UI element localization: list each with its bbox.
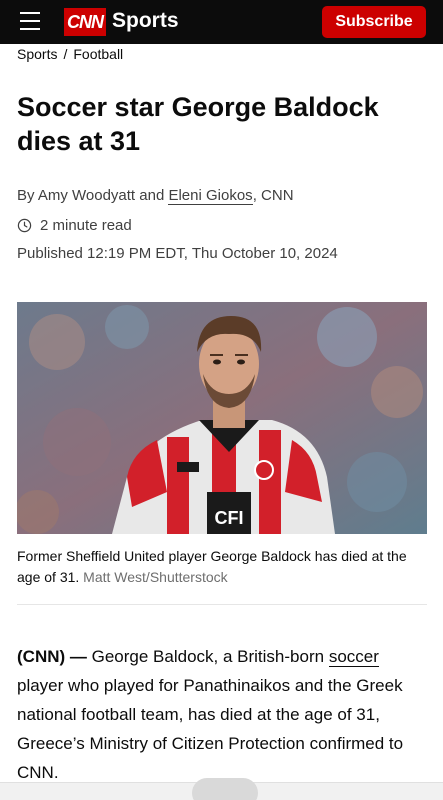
byline-suffix: , CNN bbox=[252, 187, 294, 204]
author-link-eleni-giokos[interactable]: Eleni Giokos bbox=[168, 187, 253, 205]
body-text-part2: player who played for Panathinaikos and … bbox=[17, 676, 404, 782]
logo-text: CNN bbox=[67, 11, 104, 32]
image-caption: Former Sheffield United player George Ba… bbox=[17, 546, 417, 588]
section-title[interactable]: Sports bbox=[112, 9, 179, 33]
byline: By Amy Woodyatt and Eleni Giokos, CNN bbox=[17, 187, 294, 205]
article-lead: (CNN) — bbox=[17, 647, 87, 666]
breadcrumb-item-sports[interactable]: Sports bbox=[17, 46, 57, 62]
hero-image[interactable]: CFI bbox=[17, 302, 427, 534]
article-body-paragraph: (CNN) — George Baldock, a British-born s… bbox=[17, 642, 429, 787]
body-text-part1: George Baldock, a British-born bbox=[91, 647, 325, 666]
divider bbox=[17, 604, 427, 605]
breadcrumb: Sports / Football bbox=[17, 46, 123, 62]
read-time: 2 minute read bbox=[17, 217, 132, 234]
svg-text:CFI: CFI bbox=[215, 508, 244, 528]
top-nav-bar: CNN Sports Subscribe bbox=[0, 0, 443, 44]
subscribe-button[interactable]: Subscribe bbox=[322, 6, 426, 38]
article-headline: Soccer star George Baldock dies at 31 bbox=[17, 92, 379, 156]
menu-icon[interactable] bbox=[20, 12, 40, 30]
cnn-logo[interactable]: CNN bbox=[64, 8, 106, 36]
byline-prefix: By Amy Woodyatt and bbox=[17, 187, 169, 204]
soccer-link[interactable]: soccer bbox=[328, 647, 379, 667]
soccer-player-photo: CFI bbox=[17, 302, 427, 534]
published-timestamp: Published 12:19 PM EDT, Thu October 10, … bbox=[17, 245, 338, 262]
breadcrumb-item-football[interactable]: Football bbox=[73, 46, 123, 62]
scroll-handle[interactable] bbox=[192, 778, 258, 800]
read-time-text: 2 minute read bbox=[40, 217, 132, 234]
breadcrumb-separator: / bbox=[63, 46, 68, 62]
clock-icon bbox=[17, 218, 32, 233]
photo-credit: Matt West/Shutterstock bbox=[83, 569, 228, 585]
